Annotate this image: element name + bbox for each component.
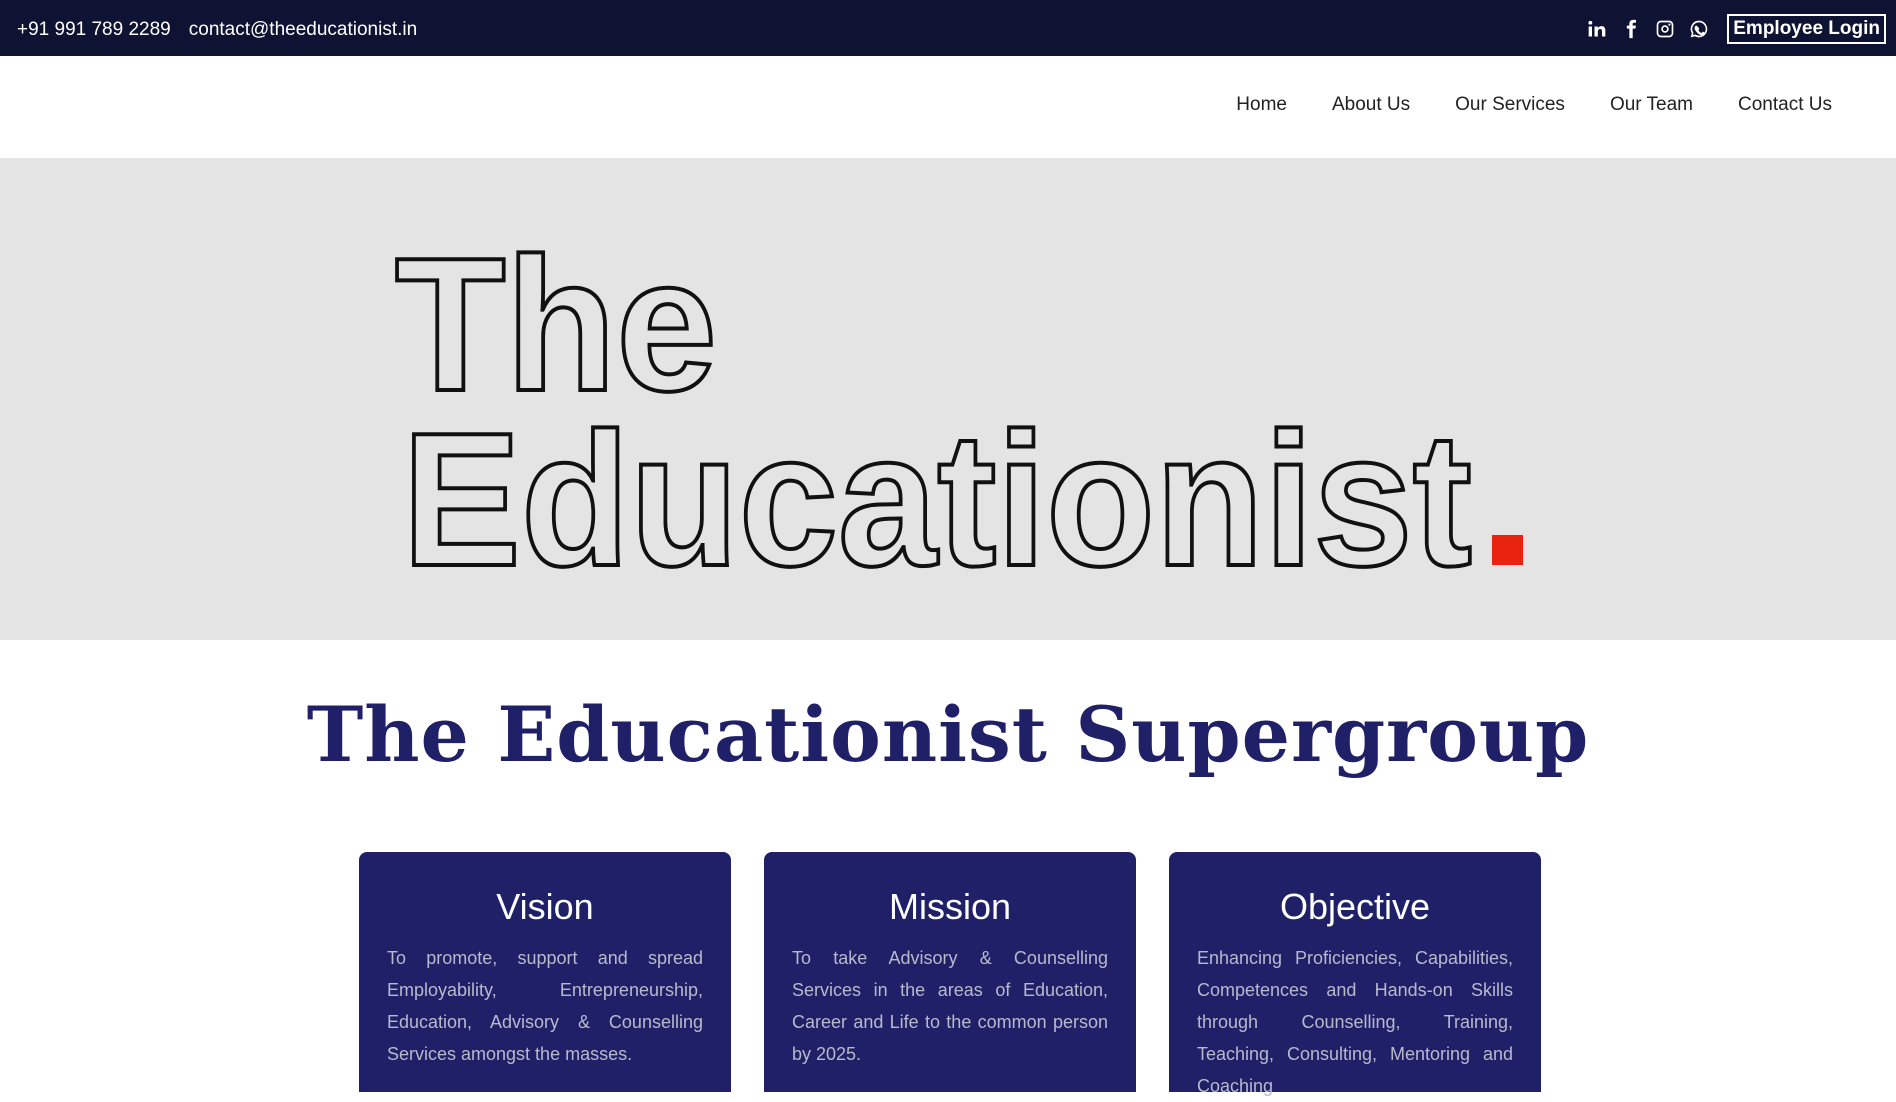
- nav-item-our-services[interactable]: Our Services: [1455, 94, 1565, 116]
- email-address[interactable]: contact@theeducationist.in: [189, 19, 417, 41]
- nav-item-contact-us[interactable]: Contact Us: [1738, 94, 1832, 116]
- main-navbar: Home About Us Our Services Our Team Cont…: [0, 56, 1896, 158]
- contact-info: +91 991 789 2289 contact@theeducationist…: [17, 19, 417, 41]
- hero-banner: The Educationist: [0, 158, 1896, 640]
- top-bar: +91 991 789 2289 contact@theeducationist…: [0, 0, 1896, 56]
- nav-item-about-us[interactable]: About Us: [1332, 94, 1410, 116]
- page-title: The Educationist Supergroup: [306, 690, 1590, 779]
- card-title: Vision: [496, 886, 594, 927]
- nav-item-home[interactable]: Home: [1236, 94, 1287, 116]
- card-title: Mission: [888, 886, 1012, 927]
- whatsapp-icon[interactable]: [1689, 19, 1709, 39]
- hero-logo: The Educationist: [393, 217, 1523, 608]
- hero-logo-line2: Educationist: [402, 394, 1472, 606]
- card-text: To take Advisory & Counselling Services …: [792, 948, 1108, 1064]
- linkedin-icon[interactable]: [1587, 19, 1607, 39]
- mission-card: Mission To take Advisory & Counselling S…: [764, 852, 1136, 1092]
- nav-menu: Home About Us Our Services Our Team Cont…: [1236, 94, 1832, 116]
- social-links: Employee Login: [1587, 14, 1886, 44]
- objective-card: Objective Enhancing Proficiencies, Capab…: [1169, 852, 1541, 1096]
- facebook-icon[interactable]: [1621, 19, 1641, 39]
- instagram-icon[interactable]: [1655, 19, 1675, 39]
- card-title: Objective: [1279, 886, 1431, 927]
- vision-card: Vision To promote, support and spread Em…: [359, 852, 731, 1092]
- card-text: To promote, support and spread Employabi…: [387, 948, 703, 1064]
- card-text: Enhancing Proficiencies, Capabilities, C…: [1197, 948, 1513, 1096]
- phone-number[interactable]: +91 991 789 2289: [17, 19, 171, 41]
- nav-item-our-team[interactable]: Our Team: [1610, 94, 1693, 116]
- employee-login-button[interactable]: Employee Login: [1727, 14, 1886, 44]
- hero-logo-red-dot: [1492, 535, 1523, 565]
